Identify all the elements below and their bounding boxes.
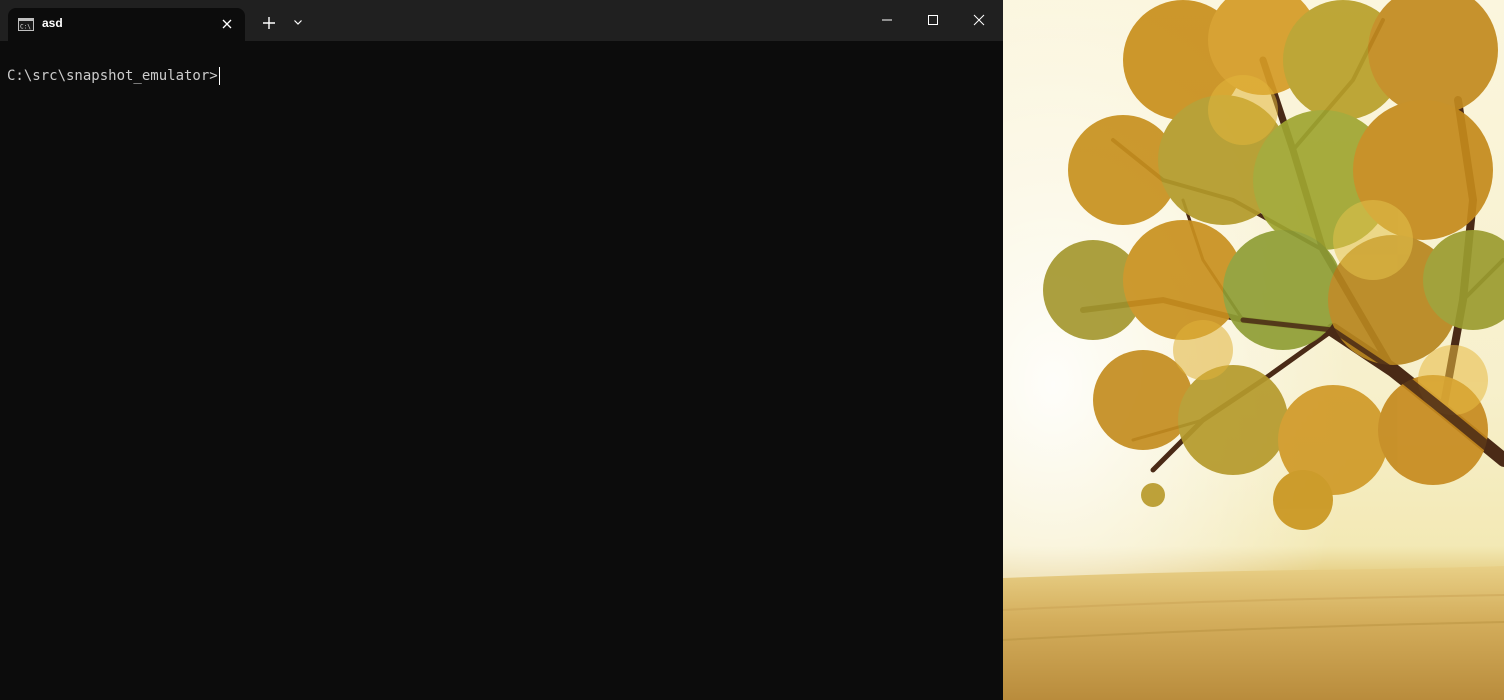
cmd-icon: C:\	[18, 18, 34, 31]
text-cursor	[218, 67, 220, 85]
console-area[interactable]: C:\src\snapshot_emulator>	[0, 41, 1003, 700]
minimize-button[interactable]	[864, 0, 910, 40]
chevron-down-icon[interactable]	[290, 14, 306, 30]
command-prompt: C:\src\snapshot_emulator>	[7, 67, 220, 85]
plus-icon[interactable]	[259, 13, 279, 33]
maximize-button[interactable]	[910, 0, 956, 40]
terminal-window: C:\ asd C:\src\snapshot_emulator>	[0, 0, 1003, 700]
close-icon[interactable]	[219, 16, 235, 32]
title-bar[interactable]: C:\ asd	[0, 0, 1003, 41]
close-icon	[973, 14, 985, 26]
desktop-wallpaper	[1003, 0, 1504, 700]
prompt-text: C:\src\snapshot_emulator>	[7, 68, 218, 84]
tree-landscape-image	[1003, 0, 1504, 700]
maximize-icon	[928, 15, 938, 25]
minimize-icon	[882, 19, 892, 21]
tab-title: asd	[42, 16, 63, 30]
close-window-button[interactable]	[956, 0, 1002, 40]
tab-asd[interactable]: C:\ asd	[8, 8, 245, 41]
svg-text:C:\: C:\	[20, 24, 31, 31]
